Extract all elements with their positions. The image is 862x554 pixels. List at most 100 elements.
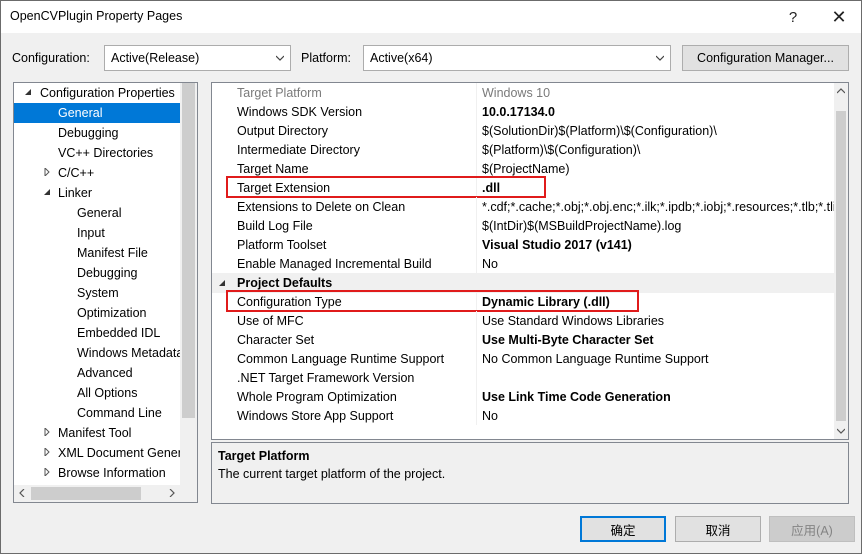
property-row[interactable]: .NET Target Framework Version [212, 368, 834, 387]
tree-item-label: General [58, 106, 103, 120]
tree-item[interactable]: Advanced [14, 363, 180, 383]
property-row[interactable]: Enable Managed Incremental Build No [212, 254, 834, 273]
property-name: Common Language Runtime Support [237, 352, 445, 366]
platform-dropdown[interactable]: Active(x64) [363, 45, 671, 71]
tree-item[interactable]: C/C++ [14, 163, 180, 183]
property-row[interactable]: Character Set Use Multi-Byte Character Se… [212, 330, 834, 349]
grid-vertical-scrollbar[interactable] [834, 83, 848, 439]
property-row[interactable]: Platform Toolset Visual Studio 2017 (v141… [212, 235, 834, 254]
tree-item[interactable]: Command Line [14, 403, 180, 423]
tree-item-label: C/C++ [58, 166, 95, 180]
tree-item[interactable]: XML Document Generator [14, 443, 180, 463]
property-value[interactable]: No [482, 409, 834, 423]
collapse-triangle-icon[interactable] [43, 468, 51, 476]
configuration-value: Active(Release) [111, 51, 200, 65]
cancel-button[interactable]: 取消 [675, 516, 761, 542]
tree-item[interactable]: General [14, 203, 180, 223]
property-row[interactable]: Intermediate Directory $(Platform)\$(Conf… [212, 140, 834, 159]
tree-item[interactable]: VC++ Directories [14, 143, 180, 163]
tree-vertical-scrollbar[interactable] [180, 83, 197, 485]
property-row[interactable]: Windows Store App Support No [212, 406, 834, 425]
property-value[interactable]: 10.0.17134.0 [482, 105, 834, 119]
tree-item[interactable]: Debugging [14, 263, 180, 283]
property-name: Windows SDK Version [237, 105, 363, 119]
property-pages-dialog: OpenCVPlugin Property Pages ? ✕ Configur… [0, 0, 862, 554]
collapse-triangle-icon[interactable] [43, 428, 51, 436]
property-row[interactable]: Extensions to Delete on Clean *.cdf;*.cac… [212, 197, 834, 216]
tree-item[interactable]: General [14, 103, 180, 123]
property-value[interactable]: $(IntDir)$(MSBuildProjectName).log [482, 219, 834, 233]
chevron-right-icon[interactable] [168, 489, 176, 497]
tree-item[interactable]: Manifest Tool [14, 423, 180, 443]
property-value[interactable]: No Common Language Runtime Support [482, 352, 834, 366]
expand-triangle-icon[interactable] [43, 188, 51, 196]
property-name: Target Name [237, 162, 309, 176]
property-value[interactable]: No [482, 257, 834, 271]
property-value[interactable]: $(SolutionDir)$(Platform)\$(Configuratio… [482, 124, 834, 138]
property-name: Build Log File [237, 219, 313, 233]
configuration-manager-button[interactable]: Configuration Manager... [682, 45, 849, 71]
apply-button[interactable]: 应用(A) [769, 516, 855, 542]
column-separator [476, 311, 477, 330]
help-button[interactable]: ? [771, 1, 815, 33]
close-button[interactable]: ✕ [817, 1, 861, 33]
tree-item[interactable]: System [14, 283, 180, 303]
property-name: Enable Managed Incremental Build [237, 257, 432, 271]
chevron-left-icon[interactable] [18, 489, 26, 497]
grid-rows: Target Platform Windows 10 Windows SDK Ver… [212, 83, 834, 439]
tree-item-label: Manifest Tool [58, 426, 132, 440]
tree-hscroll-thumb[interactable] [31, 487, 141, 500]
tree-item-label: Optimization [77, 306, 147, 320]
ok-button[interactable]: 确定 [580, 516, 666, 542]
description-title: Target Platform [218, 449, 310, 463]
chevron-down-icon[interactable] [837, 427, 845, 435]
tree-item[interactable]: All Options [14, 383, 180, 403]
column-separator [476, 330, 477, 349]
column-separator [476, 102, 477, 121]
column-separator [476, 368, 477, 387]
tree-item[interactable]: Configuration Properties [14, 83, 180, 103]
property-name: Use of MFC [237, 314, 304, 328]
expand-triangle-icon[interactable] [24, 88, 32, 96]
property-value[interactable]: Use Standard Windows Libraries [482, 314, 834, 328]
configuration-dropdown[interactable]: Active(Release) [104, 45, 291, 71]
tree-item[interactable]: Windows Metadata [14, 343, 180, 363]
description-panel: Target Platform The current target platf… [211, 442, 849, 504]
property-value[interactable]: Visual Studio 2017 (v141) [482, 238, 834, 252]
property-value[interactable]: Windows 10 [482, 86, 834, 100]
configuration-label: Configuration: [12, 51, 90, 65]
expand-triangle-icon[interactable] [218, 279, 226, 287]
tree-item[interactable]: Optimization [14, 303, 180, 323]
tree-horizontal-scrollbar[interactable] [14, 485, 197, 502]
property-value[interactable]: $(Platform)\$(Configuration)\ [482, 143, 834, 157]
collapse-triangle-icon[interactable] [43, 168, 51, 176]
property-row[interactable]: Use of MFC Use Standard Windows Libraries [212, 311, 834, 330]
tree-item-label: Embedded IDL [77, 326, 161, 340]
tree-item[interactable]: Debugging [14, 123, 180, 143]
tree-item[interactable]: Browse Information [14, 463, 180, 483]
property-value[interactable]: *.cdf;*.cache;*.obj;*.obj.enc;*.ilk;*.ip… [482, 200, 834, 214]
property-grid: Target Platform Windows 10 Windows SDK Ver… [211, 82, 849, 440]
collapse-triangle-icon[interactable] [43, 448, 51, 456]
property-row[interactable]: Target Platform Windows 10 [212, 83, 834, 102]
property-row[interactable]: Common Language Runtime Support No Common… [212, 349, 834, 368]
column-separator [476, 387, 477, 406]
property-value[interactable]: $(ProjectName) [482, 162, 834, 176]
property-value[interactable]: Use Multi-Byte Character Set [482, 333, 834, 347]
tree-scroll-thumb[interactable] [182, 83, 195, 418]
property-name: Windows Store App Support [237, 409, 394, 423]
tree-item[interactable]: Linker [14, 183, 180, 203]
chevron-up-icon[interactable] [837, 87, 845, 95]
tree-item[interactable]: Manifest File [14, 243, 180, 263]
grid-scroll-thumb[interactable] [836, 111, 846, 421]
property-row[interactable]: Build Log File $(IntDir)$(MSBuildProjectN… [212, 216, 834, 235]
property-row[interactable]: Output Directory $(SolutionDir)$(Platform… [212, 121, 834, 140]
tree-item-label: Advanced [77, 366, 133, 380]
property-value[interactable]: Use Link Time Code Generation [482, 390, 834, 404]
property-row[interactable]: Windows SDK Version 10.0.17134.0 [212, 102, 834, 121]
category-name: Project Defaults [237, 276, 333, 290]
property-row[interactable]: Whole Program Optimization Use Link Time … [212, 387, 834, 406]
tree-item[interactable]: Embedded IDL [14, 323, 180, 343]
tree-item-label: Configuration Properties [40, 86, 175, 100]
tree-item[interactable]: Input [14, 223, 180, 243]
